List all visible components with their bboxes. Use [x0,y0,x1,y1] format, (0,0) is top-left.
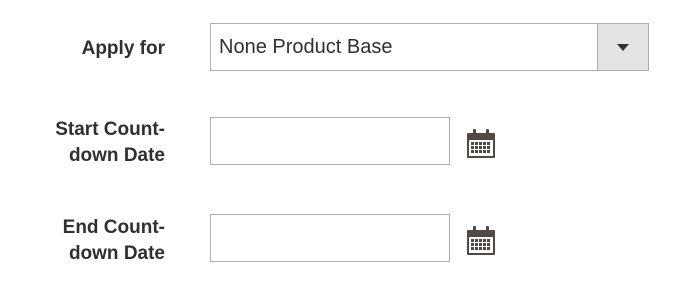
apply-for-select[interactable]: None Product Base [210,23,649,71]
end-date-calendar-button[interactable] [465,224,497,256]
end-countdown-date-label-line1: End Count- [62,217,165,238]
apply-for-label-text: Apply for [81,38,165,59]
end-countdown-date-input[interactable] [210,214,450,262]
start-countdown-date-label-line2: down Date [68,145,165,166]
end-countdown-date-label: End Count- down Date [0,215,165,267]
end-countdown-date-label-line2: down Date [68,243,165,264]
calendar-icon [467,129,495,158]
start-countdown-date-input[interactable] [210,117,450,165]
start-countdown-date-label-line1: Start Count- [55,119,165,140]
calendar-icon [467,226,495,255]
apply-for-selected-value: None Product Base [219,36,393,58]
chevron-down-icon [617,44,629,51]
apply-for-dropdown-toggle[interactable] [597,24,648,70]
start-countdown-date-label: Start Count- down Date [0,117,165,169]
start-date-calendar-button[interactable] [465,127,497,159]
apply-for-label: Apply for [0,36,165,62]
